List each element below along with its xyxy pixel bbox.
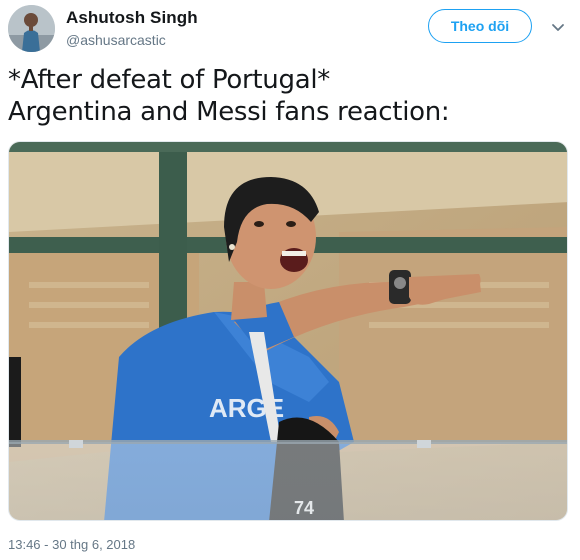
tweet-text: *After defeat of Portugal* Argentina and… (8, 64, 568, 128)
author-handle[interactable]: @ashusarcastic (66, 32, 166, 48)
follow-button[interactable]: Theo dõi (428, 9, 532, 43)
chevron-down-icon[interactable] (549, 18, 567, 36)
tweet-photo[interactable]: ARGE 74 (8, 141, 568, 521)
avatar[interactable] (8, 5, 55, 52)
tweet-card: Ashutosh Singh @ashusarcastic Theo dõi *… (0, 0, 580, 560)
author-name[interactable]: Ashutosh Singh (66, 8, 198, 28)
timestamp[interactable]: 13:46 - 30 thg 6, 2018 (8, 537, 135, 552)
tweet-text-line-2: Argentina and Messi fans reaction: (8, 97, 450, 127)
tweet-text-line-1: *After defeat of Portugal* (8, 65, 330, 95)
